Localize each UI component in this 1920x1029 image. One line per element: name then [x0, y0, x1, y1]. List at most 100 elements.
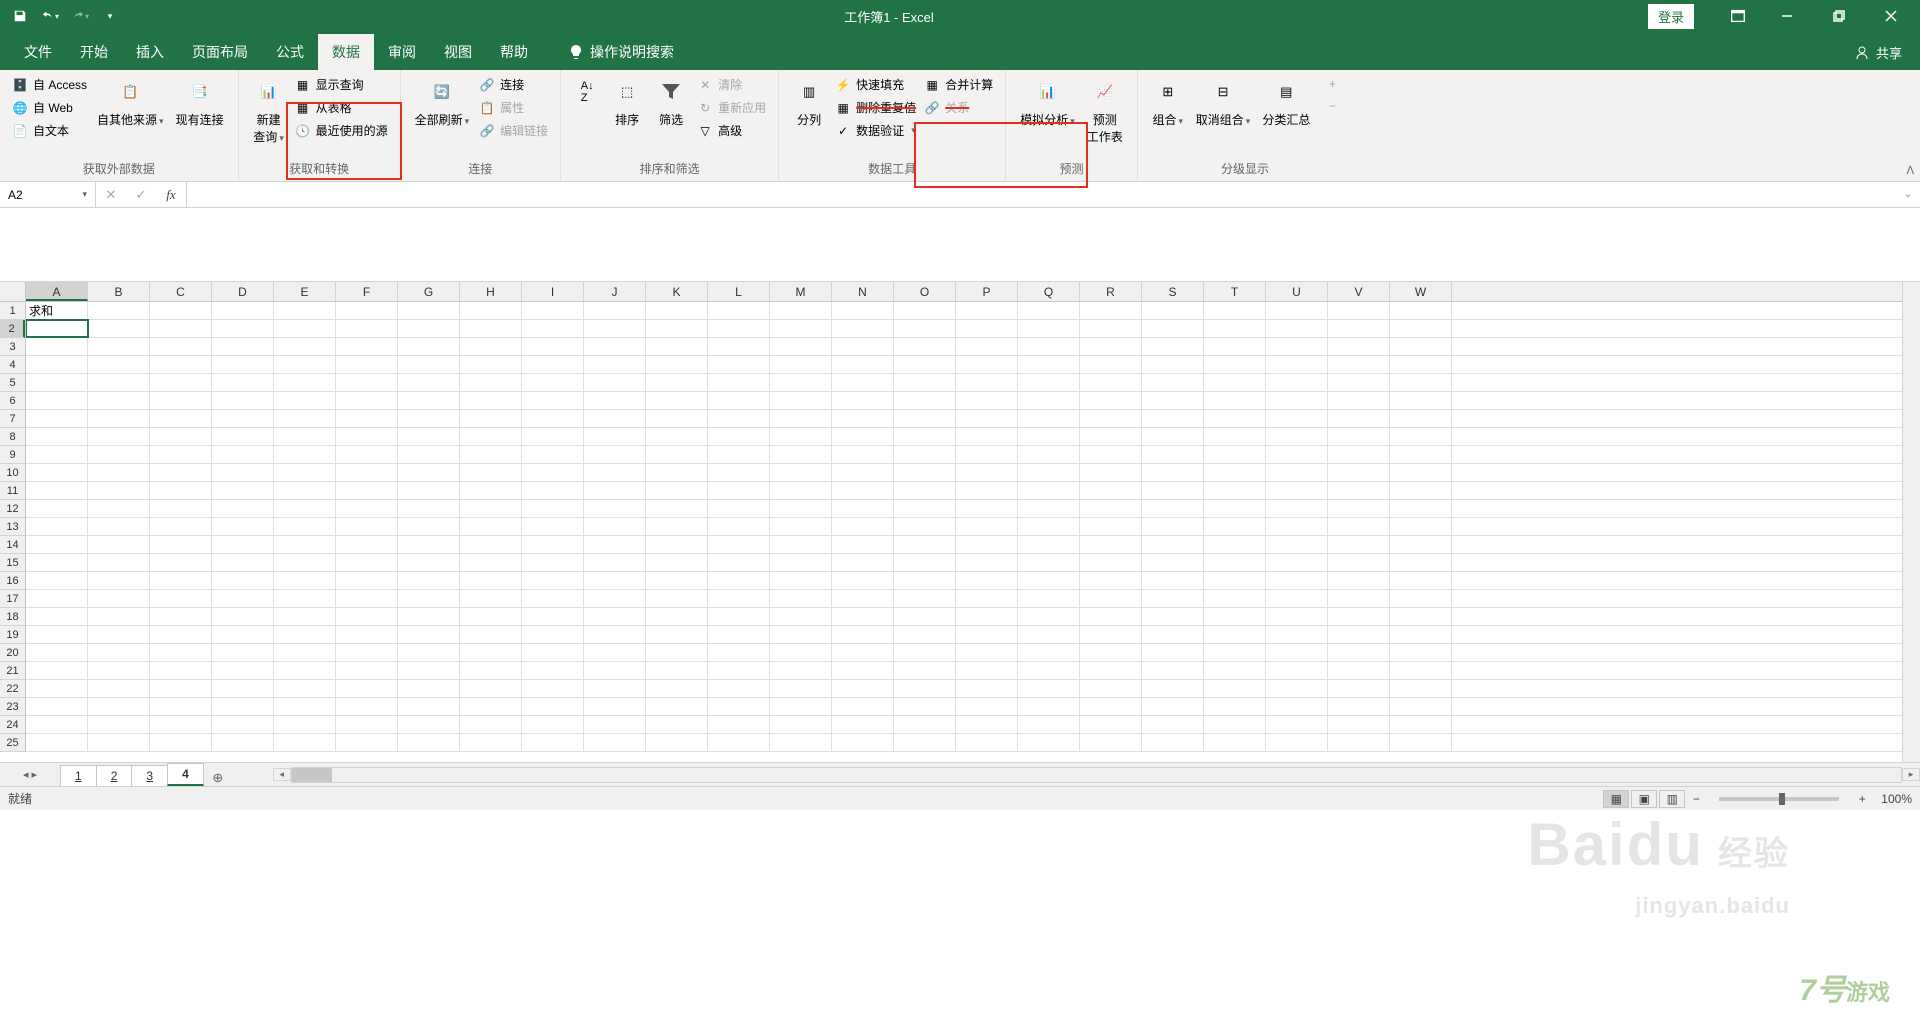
- cell-J20[interactable]: [584, 644, 646, 661]
- cell-G8[interactable]: [398, 428, 460, 445]
- row-header-13[interactable]: 13: [0, 518, 25, 536]
- cell-C21[interactable]: [150, 662, 212, 679]
- cell-R2[interactable]: [1080, 320, 1142, 337]
- cell-Q21[interactable]: [1018, 662, 1080, 679]
- cell-V17[interactable]: [1328, 590, 1390, 607]
- cell-S23[interactable]: [1142, 698, 1204, 715]
- cell-V23[interactable]: [1328, 698, 1390, 715]
- cell-P23[interactable]: [956, 698, 1018, 715]
- cell-R18[interactable]: [1080, 608, 1142, 625]
- cell-C9[interactable]: [150, 446, 212, 463]
- col-header-N[interactable]: N: [832, 282, 894, 301]
- qat-customize-icon[interactable]: ▾: [96, 2, 124, 30]
- cell-S17[interactable]: [1142, 590, 1204, 607]
- row-header-2[interactable]: 2: [0, 320, 25, 338]
- cell-M5[interactable]: [770, 374, 832, 391]
- cell-L23[interactable]: [708, 698, 770, 715]
- cell-K14[interactable]: [646, 536, 708, 553]
- cell-O22[interactable]: [894, 680, 956, 697]
- cell-C13[interactable]: [150, 518, 212, 535]
- col-header-K[interactable]: K: [646, 282, 708, 301]
- cell-U4[interactable]: [1266, 356, 1328, 373]
- cell-D11[interactable]: [212, 482, 274, 499]
- grid-cells[interactable]: 求和: [26, 302, 1902, 752]
- cell-R16[interactable]: [1080, 572, 1142, 589]
- cell-V15[interactable]: [1328, 554, 1390, 571]
- cell-S9[interactable]: [1142, 446, 1204, 463]
- cell-M11[interactable]: [770, 482, 832, 499]
- minimize-button[interactable]: [1764, 0, 1810, 32]
- cell-F17[interactable]: [336, 590, 398, 607]
- cell-R17[interactable]: [1080, 590, 1142, 607]
- cell-I8[interactable]: [522, 428, 584, 445]
- cell-Q23[interactable]: [1018, 698, 1080, 715]
- cell-V18[interactable]: [1328, 608, 1390, 625]
- cell-L24[interactable]: [708, 716, 770, 733]
- cell-T21[interactable]: [1204, 662, 1266, 679]
- cell-B12[interactable]: [88, 500, 150, 517]
- cell-E18[interactable]: [274, 608, 336, 625]
- cell-W1[interactable]: [1390, 302, 1452, 319]
- col-header-G[interactable]: G: [398, 282, 460, 301]
- cell-S1[interactable]: [1142, 302, 1204, 319]
- cell-D10[interactable]: [212, 464, 274, 481]
- cell-F4[interactable]: [336, 356, 398, 373]
- login-button[interactable]: 登录: [1648, 4, 1694, 29]
- cell-G24[interactable]: [398, 716, 460, 733]
- tab-insert[interactable]: 插入: [122, 34, 178, 70]
- cell-P18[interactable]: [956, 608, 1018, 625]
- cell-P1[interactable]: [956, 302, 1018, 319]
- cell-N14[interactable]: [832, 536, 894, 553]
- data-validation-button[interactable]: ✓数据验证▾: [831, 120, 920, 141]
- col-header-P[interactable]: P: [956, 282, 1018, 301]
- cell-A22[interactable]: [26, 680, 88, 697]
- cell-H22[interactable]: [460, 680, 522, 697]
- cell-J23[interactable]: [584, 698, 646, 715]
- maximize-button[interactable]: [1816, 0, 1862, 32]
- cell-F8[interactable]: [336, 428, 398, 445]
- ungroup-button[interactable]: ⊟ 取消组合▾: [1190, 74, 1257, 130]
- cell-T24[interactable]: [1204, 716, 1266, 733]
- cell-M16[interactable]: [770, 572, 832, 589]
- cell-M9[interactable]: [770, 446, 832, 463]
- row-header-22[interactable]: 22: [0, 680, 25, 698]
- cell-P13[interactable]: [956, 518, 1018, 535]
- cell-J5[interactable]: [584, 374, 646, 391]
- consolidate-button[interactable]: ▦合并计算: [920, 74, 997, 95]
- cell-D23[interactable]: [212, 698, 274, 715]
- cell-E19[interactable]: [274, 626, 336, 643]
- cell-D13[interactable]: [212, 518, 274, 535]
- cell-L25[interactable]: [708, 734, 770, 751]
- cell-N19[interactable]: [832, 626, 894, 643]
- close-button[interactable]: [1868, 0, 1914, 32]
- cell-C24[interactable]: [150, 716, 212, 733]
- col-header-D[interactable]: D: [212, 282, 274, 301]
- cell-Q15[interactable]: [1018, 554, 1080, 571]
- cell-U23[interactable]: [1266, 698, 1328, 715]
- cell-K19[interactable]: [646, 626, 708, 643]
- cell-O12[interactable]: [894, 500, 956, 517]
- cell-W4[interactable]: [1390, 356, 1452, 373]
- name-box[interactable]: A2▾: [0, 182, 96, 207]
- cell-V21[interactable]: [1328, 662, 1390, 679]
- zoom-level[interactable]: 100%: [1881, 792, 1912, 806]
- cell-M20[interactable]: [770, 644, 832, 661]
- cell-B21[interactable]: [88, 662, 150, 679]
- cell-R19[interactable]: [1080, 626, 1142, 643]
- cell-H17[interactable]: [460, 590, 522, 607]
- cell-M6[interactable]: [770, 392, 832, 409]
- cell-A20[interactable]: [26, 644, 88, 661]
- cell-T16[interactable]: [1204, 572, 1266, 589]
- cell-A25[interactable]: [26, 734, 88, 751]
- cell-L4[interactable]: [708, 356, 770, 373]
- cell-N6[interactable]: [832, 392, 894, 409]
- cell-Q2[interactable]: [1018, 320, 1080, 337]
- cell-U16[interactable]: [1266, 572, 1328, 589]
- cell-L11[interactable]: [708, 482, 770, 499]
- cell-V8[interactable]: [1328, 428, 1390, 445]
- cell-C18[interactable]: [150, 608, 212, 625]
- page-layout-view-button[interactable]: ▣: [1631, 790, 1657, 808]
- cell-E2[interactable]: [274, 320, 336, 337]
- cell-V12[interactable]: [1328, 500, 1390, 517]
- cell-Q11[interactable]: [1018, 482, 1080, 499]
